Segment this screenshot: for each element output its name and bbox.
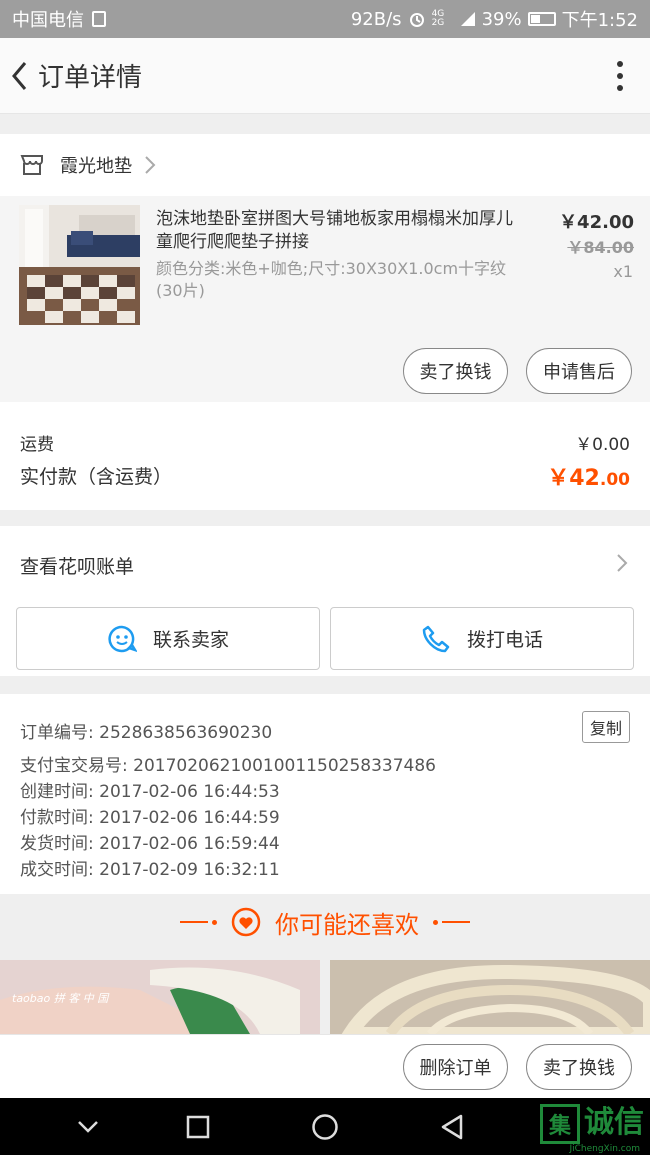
chevron-right-icon [145,156,156,174]
watermark-logo: 集 [540,1104,580,1144]
recommend-product-1-text: taobao 拼 客 中 国 [12,992,110,1005]
circle-icon [312,1113,338,1140]
nav-bar: 订单详情 [0,38,650,114]
delete-order-button[interactable]: 删除订单 [403,1044,508,1090]
more-menu-button[interactable] [590,38,650,114]
shipped-time: 发货时间: 2017-02-06 16:59:44 [20,834,280,854]
copy-button[interactable]: 复制 [582,711,630,743]
chevron-right-icon [617,554,628,572]
bottom-resell-button[interactable]: 卖了换钱 [526,1044,632,1090]
chevron-down-icon [78,1120,98,1133]
alarm-icon [409,13,424,27]
shipping-label: 运费 [20,435,54,455]
contact-row: 联系卖家 拨打电话 [0,604,650,676]
chat-face-icon [108,625,137,652]
resell-button[interactable]: 卖了换钱 [403,348,508,394]
chevron-left-icon [12,61,27,90]
shop-name: 霞光地垫 [60,156,132,177]
watermark-text: 诚信 [584,1105,644,1140]
recommend-product-2[interactable] [330,960,650,1034]
product-price: ￥42.00 [559,212,634,233]
triangle-back-icon [441,1114,463,1139]
paid-label: 实付款（含运费） [20,466,173,488]
fee-summary: 运费 ￥0.00 实付款（含运费） ￥42.00 [0,402,650,510]
store-icon [20,155,43,175]
heart-icon [231,907,261,937]
call-label: 拨打电话 [466,629,543,651]
square-icon [186,1115,210,1138]
paid-time: 付款时间: 2017-02-06 16:44:59 [20,808,280,828]
back-button[interactable] [0,38,38,114]
page-title: 订单详情 [38,63,143,93]
paid-amount-decimal: .00 [599,470,630,490]
dot-icon [617,84,623,91]
recommend-products: taobao 拼 客 中 国 [0,950,650,1034]
product-quantity: x1 [613,262,633,281]
dot-icon [617,60,623,67]
system-back-button[interactable] [432,1098,472,1155]
network-speed: 92B/s [350,8,402,30]
home-button[interactable] [305,1098,345,1155]
recommend-product-1[interactable]: taobao 拼 客 中 国 [0,960,320,1034]
battery-percent: 39% [481,8,522,30]
created-time: 创建时间: 2017-02-06 16:44:53 [20,782,280,802]
shipping-value: ￥0.00 [575,435,630,455]
product-spec: 颜色分类:米色+咖色;尺寸:30X30X1.0cm十字纹(30片) [156,259,507,300]
bottom-action-bar: 删除订单 卖了换钱 [0,1034,650,1098]
carrier-label: 中国电信 [12,10,84,31]
order-item[interactable]: 泡沫地垫卧室拼图大号铺地板家用榻榻米加厚儿童爬行爬爬垫子拼接 颜色分类:米色+咖… [0,196,650,402]
recents-button[interactable] [178,1098,218,1155]
recommend-title: 你可能还喜欢 [275,910,419,939]
completed-time: 成交时间: 2017-02-09 16:32:11 [20,860,280,880]
divider-left [180,919,217,925]
divider-right [433,919,470,925]
huabei-label: 查看花呗账单 [20,555,135,578]
alipay-trade-number: 支付宝交易号: 2017020621001001150258337486 [20,756,436,776]
paid-amount-integer: ￥42 [547,466,600,491]
hide-keyboard-button[interactable] [68,1098,108,1155]
watermark-url: JiChengXin.com [569,1144,640,1154]
product-title[interactable]: 泡沫地垫卧室拼图大号铺地板家用榻榻米加厚儿童爬行爬爬垫子拼接 [156,208,528,254]
contact-seller-label: 联系卖家 [152,629,229,651]
recommend-header: 你可能还喜欢 [0,894,650,950]
order-info: 订单编号: 2528638563690230 复制 支付宝交易号: 201702… [0,694,650,894]
order-number: 订单编号: 2528638563690230 [20,723,273,743]
shop-row[interactable]: 霞光地垫 [0,134,650,196]
clock: 下午1:52 [561,10,638,31]
signal-icon [460,12,475,26]
contact-seller-button[interactable]: 联系卖家 [16,607,320,670]
status-bar: 中国电信 92B/s 4G 2G 39% 下午1:52 [0,0,650,38]
product-original-price: ￥84.00 [567,238,634,257]
call-button[interactable]: 拨打电话 [330,607,634,670]
network-type: 4G 2G [431,9,445,28]
watermark: 集 诚信 JiChengXin.com [540,1104,644,1154]
after-sale-button[interactable]: 申请售后 [526,348,632,394]
battery-icon [527,12,556,26]
sim-icon [92,11,106,27]
phone-icon [422,625,450,652]
product-image[interactable] [19,205,140,325]
huabei-bill-row[interactable]: 查看花呗账单 [0,526,650,604]
paid-amount: ￥42.00 [547,460,630,492]
dot-icon [617,72,623,79]
